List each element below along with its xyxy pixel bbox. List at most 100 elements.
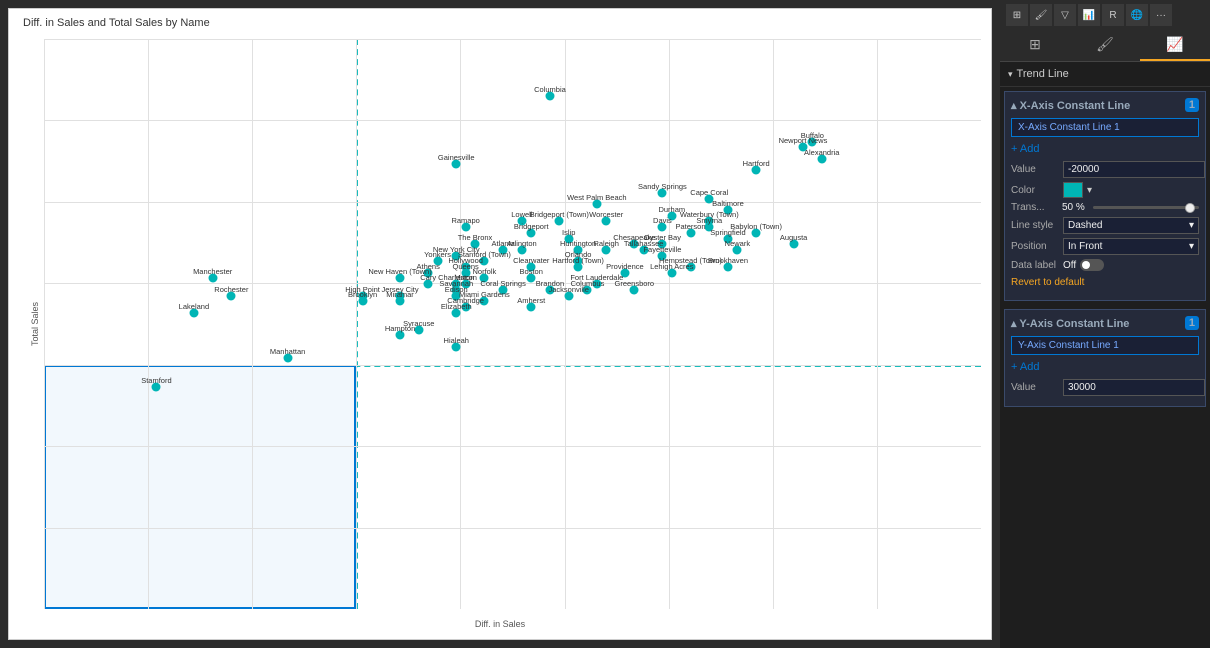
dot-label: Coral Springs [480, 279, 525, 288]
slider-thumb[interactable] [1185, 203, 1195, 213]
tab-analytics[interactable]: 📈 [1140, 30, 1210, 61]
data-label-value: Off [1063, 260, 1076, 271]
dot-label: Boston [520, 268, 543, 277]
color-label: Color [1011, 185, 1059, 196]
dot-label: Yonkers [424, 250, 451, 259]
dot-label: Amherst [517, 296, 545, 305]
top-icon-bar: ⊞ 🖌 ▽ 📊 R 🌐 ··· [1000, 0, 1210, 30]
dot-label: Huntington [560, 239, 596, 248]
yaxis-title-bar: ▴ Y-Axis Constant Line 1 [1011, 316, 1199, 330]
dot-label: Alexandria [804, 148, 839, 157]
data-label-toggle[interactable] [1080, 259, 1104, 271]
panel-tabs: ⊞ 🖌 📈 [1000, 30, 1210, 62]
xaxis-title-bar: ▴ X-Axis Constant Line 1 [1011, 98, 1199, 112]
dot-label: Newark [725, 239, 750, 248]
dot-label: Brooklyn [348, 290, 377, 299]
data-label-row: Data label Off [1011, 259, 1199, 271]
transparency-row: Trans... 50 % [1011, 202, 1199, 213]
dot-label: Hartford (Town) [552, 256, 604, 265]
line-style-arrow: ▾ [1189, 220, 1194, 231]
dot-label: Stamford [141, 376, 171, 385]
xaxis-section-title: ▴ X-Axis Constant Line [1011, 99, 1130, 112]
yaxis-value-label: Value [1011, 382, 1059, 393]
yaxis-add-button[interactable]: + Add [1011, 359, 1039, 375]
chart-icon-btn[interactable]: 📊 [1078, 4, 1100, 26]
yaxis-field-name[interactable]: Y-Axis Constant Line 1 [1011, 336, 1199, 355]
dot-label: Worcester [589, 211, 623, 220]
dot-label: Springfield [710, 228, 745, 237]
dot-label: Rochester [214, 285, 248, 294]
line-style-row: Line style Dashed ▾ [1011, 217, 1199, 234]
dot-label: The Bronx [458, 233, 493, 242]
yaxis-value-input[interactable] [1063, 379, 1205, 396]
tab-format[interactable]: 🖌 [1070, 30, 1140, 61]
color-swatch[interactable] [1063, 182, 1083, 198]
position-label: Position [1011, 241, 1059, 252]
dot-label: Lakeland [179, 302, 209, 311]
dot-label: Arlington [507, 239, 537, 248]
trend-line-label: Trend Line [1017, 68, 1069, 80]
dot-label: Paterson [676, 222, 706, 231]
plot-area: 70K60K50K40K30K20K10K0K-50K-40K-30K-20K-… [44, 39, 981, 609]
value-label: Value [1011, 164, 1059, 175]
table-icon-btn[interactable]: ⊞ [1006, 4, 1028, 26]
transparency-label: Trans... [1011, 202, 1059, 213]
tab-fields[interactable]: ⊞ [1000, 30, 1070, 61]
value-input[interactable] [1063, 161, 1205, 178]
color-row: Color ▾ [1011, 182, 1199, 198]
dot-label: Lowell [511, 211, 532, 220]
x-axis-label: Diff. in Sales [475, 619, 525, 629]
dot-label: Davis [653, 216, 672, 225]
globe-icon-btn[interactable]: 🌐 [1126, 4, 1148, 26]
transparency-pct: 50 % [1062, 202, 1090, 213]
filter-icon-btn[interactable]: ▽ [1054, 4, 1076, 26]
yaxis-value-row: Value [1011, 379, 1199, 396]
dot-label: Columbia [534, 85, 566, 94]
color-dropdown-arrow[interactable]: ▾ [1087, 185, 1092, 196]
dot-label: Newport News [779, 136, 828, 145]
dot-label: Manhattan [270, 347, 305, 356]
dot-label: Bridgeport [514, 222, 549, 231]
xaxis-badge: 1 [1185, 98, 1199, 112]
dot-label: Ramapo [451, 216, 479, 225]
dot-label: Hartford [743, 159, 770, 168]
r-icon-btn[interactable]: R [1102, 4, 1124, 26]
xaxis-field-name[interactable]: X-Axis Constant Line 1 [1011, 118, 1199, 137]
chart-area: Diff. in Sales and Total Sales by Name T… [8, 8, 992, 640]
line-style-value: Dashed [1068, 220, 1102, 231]
paint-icon-btn[interactable]: 🖌 [1030, 4, 1052, 26]
position-dropdown[interactable]: In Front ▾ [1063, 238, 1199, 255]
y-axis-label: Total Sales [30, 302, 40, 346]
position-row: Position In Front ▾ [1011, 238, 1199, 255]
xaxis-constant-section: ▴ X-Axis Constant Line 1 X-Axis Constant… [1004, 91, 1206, 301]
trend-line-header[interactable]: ▾ Trend Line [1008, 68, 1202, 80]
xaxis-add-button[interactable]: + Add [1011, 141, 1039, 157]
dot-label: Elizabeth [441, 302, 472, 311]
right-panel: ⊞ 🖌 ▽ 📊 R 🌐 ··· ⊞ 🖌 📈 ▾ Trend Line ▴ X-A… [1000, 0, 1210, 648]
dot-label: Baltimore [712, 199, 744, 208]
dot-label: Raleigh [593, 239, 618, 248]
dot-label: Islip [562, 228, 575, 237]
dot-label: Bridgeport (Town) [530, 211, 589, 220]
dot-label: Jacksonville [549, 285, 589, 294]
dot-label: Fayetteville [643, 245, 681, 254]
data-label-toggle-container: Off [1063, 259, 1104, 271]
dot-label: Augusta [780, 233, 808, 242]
dot-label: Providence [606, 262, 644, 271]
transparency-slider[interactable] [1093, 206, 1199, 209]
dot-label: Hampton [385, 325, 415, 334]
more-icon-btn[interactable]: ··· [1150, 4, 1172, 26]
dot-label: Cape Coral [690, 188, 728, 197]
dot-label: Hialeah [444, 336, 469, 345]
yaxis-constant-section: ▴ Y-Axis Constant Line 1 Y-Axis Constant… [1004, 309, 1206, 407]
dot-label: Manchester [193, 268, 232, 277]
yaxis-section-title: ▴ Y-Axis Constant Line [1011, 317, 1129, 330]
xaxis-chevron[interactable]: ▴ [1011, 100, 1020, 112]
dot-label: Cary [420, 273, 436, 282]
dot-label: Brookhaven [708, 256, 748, 265]
data-label-label: Data label [1011, 260, 1059, 271]
chart-title: Diff. in Sales and Total Sales by Name [23, 17, 210, 29]
line-style-dropdown[interactable]: Dashed ▾ [1063, 217, 1199, 234]
dot-label: West Palm Beach [567, 193, 626, 202]
revert-button[interactable]: Revert to default [1011, 275, 1084, 290]
